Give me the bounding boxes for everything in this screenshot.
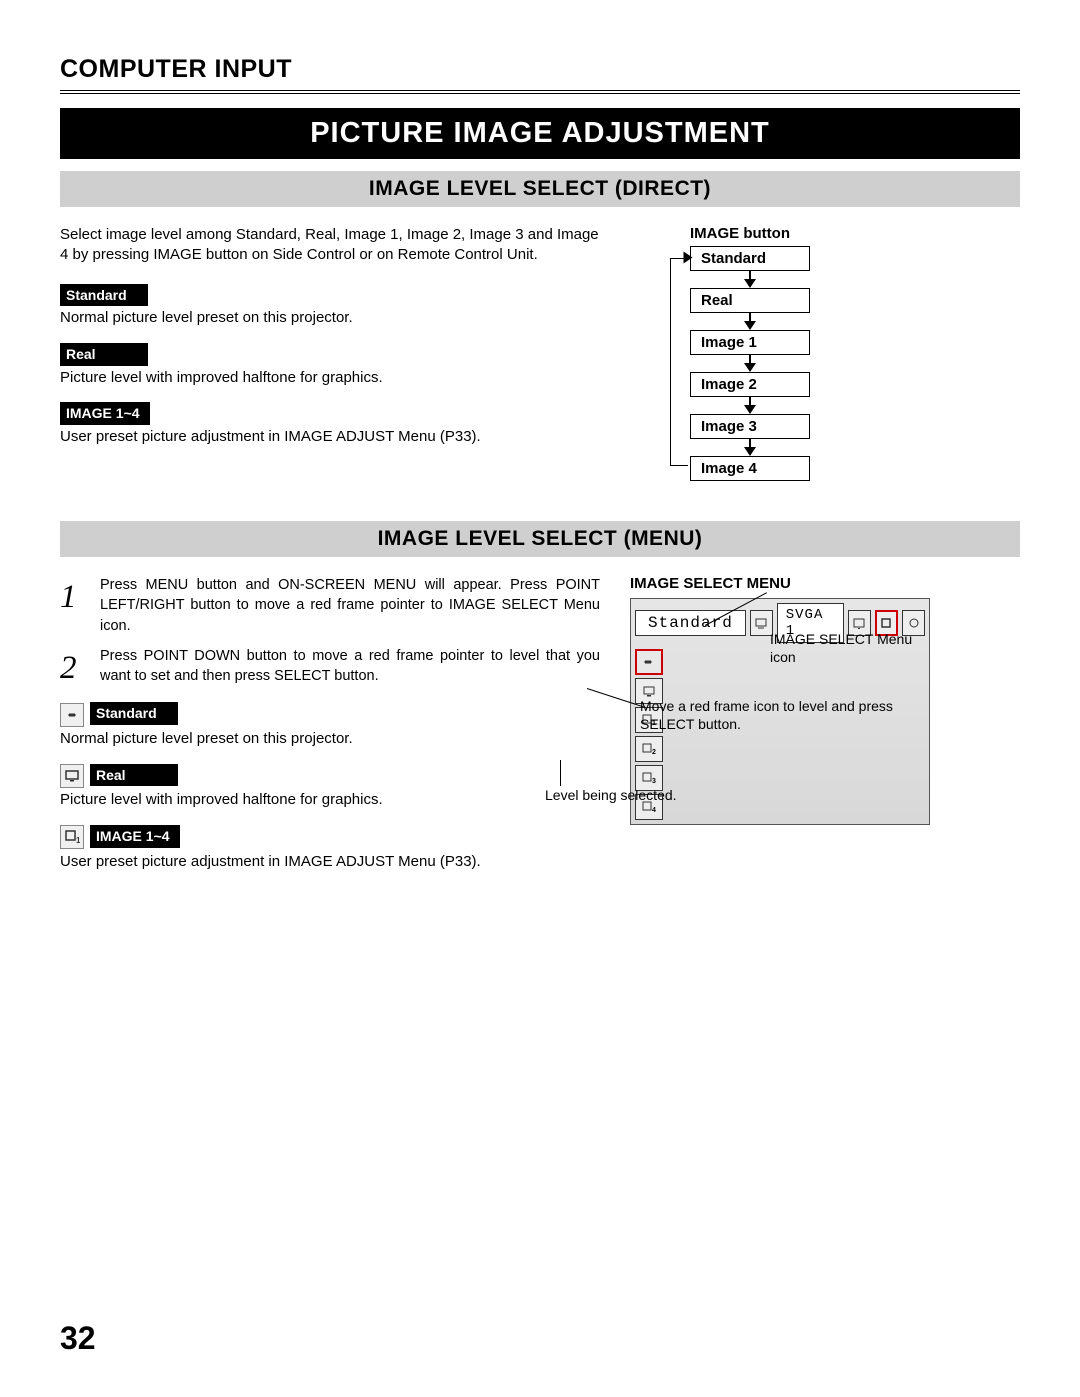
menu-screenshot-title: IMAGE SELECT MENU bbox=[630, 575, 1020, 592]
section-1-title: IMAGE LEVEL SELECT (DIRECT) bbox=[60, 171, 1020, 207]
section-1-intro: Select image level among Standard, Real,… bbox=[60, 225, 600, 266]
desc-real: Picture level with improved halftone for… bbox=[60, 368, 600, 388]
side-btn-standard bbox=[635, 649, 663, 675]
diamond-icon bbox=[60, 703, 84, 727]
desc2-image14: User preset picture adjustment in IMAGE … bbox=[60, 852, 600, 872]
tag-real: Real bbox=[60, 343, 148, 366]
step-1-num: 1 bbox=[60, 575, 86, 636]
desc2-standard: Normal picture level preset on this proj… bbox=[60, 729, 600, 749]
desc-image14: User preset picture adjustment in IMAGE … bbox=[60, 427, 600, 447]
page-number: 32 bbox=[60, 1320, 96, 1357]
state-image2: Image 2 bbox=[690, 372, 810, 397]
svg-text:3: 3 bbox=[652, 778, 656, 785]
tag2-image14: IMAGE 1~4 bbox=[90, 825, 180, 848]
side-btn-i2: 2 bbox=[635, 736, 663, 762]
state-flow-diagram: Standard Real Image 1 Image 2 Image 3 Im… bbox=[630, 246, 1020, 481]
state-image3: Image 3 bbox=[690, 414, 810, 439]
section-1-body: Select image level among Standard, Real,… bbox=[60, 225, 1020, 481]
desc2-real: Picture level with improved halftone for… bbox=[60, 790, 600, 810]
callout-level-selected: Level being selected. bbox=[545, 787, 677, 803]
page-title-banner: PICTURE IMAGE ADJUSTMENT bbox=[60, 108, 1020, 159]
tag-standard: Standard bbox=[60, 284, 148, 307]
menu-selected-label: Standard bbox=[635, 610, 746, 636]
flow-title: IMAGE button bbox=[690, 225, 1020, 242]
chapter-title: COMPUTER INPUT bbox=[60, 55, 1020, 94]
callout-imageselect-icon: IMAGE SELECT Menu icon bbox=[770, 630, 920, 666]
tag2-real: Real bbox=[90, 764, 178, 787]
svg-text:4: 4 bbox=[652, 807, 656, 814]
state-standard: Standard bbox=[690, 246, 810, 271]
tag2-standard: Standard bbox=[90, 702, 178, 725]
state-image1: Image 1 bbox=[690, 330, 810, 355]
step-2-num: 2 bbox=[60, 646, 86, 691]
step-2-text: Press POINT DOWN button to move a red fr… bbox=[100, 646, 600, 691]
step-1-text: Press MENU button and ON-SCREEN MENU wil… bbox=[100, 575, 600, 636]
section-2-title: IMAGE LEVEL SELECT (MENU) bbox=[60, 521, 1020, 557]
state-image4: Image 4 bbox=[690, 456, 810, 481]
svg-text:2: 2 bbox=[652, 749, 656, 756]
tag-image14: IMAGE 1~4 bbox=[60, 402, 150, 425]
square1-icon: 1 bbox=[60, 825, 84, 849]
desc-standard: Normal picture level preset on this proj… bbox=[60, 308, 600, 328]
svg-text:1: 1 bbox=[76, 836, 80, 845]
monitor-icon bbox=[60, 764, 84, 788]
callout-move-frame: Move a red frame icon to level and press… bbox=[640, 697, 900, 733]
state-real: Real bbox=[690, 288, 810, 313]
callout-3-line bbox=[560, 760, 561, 786]
